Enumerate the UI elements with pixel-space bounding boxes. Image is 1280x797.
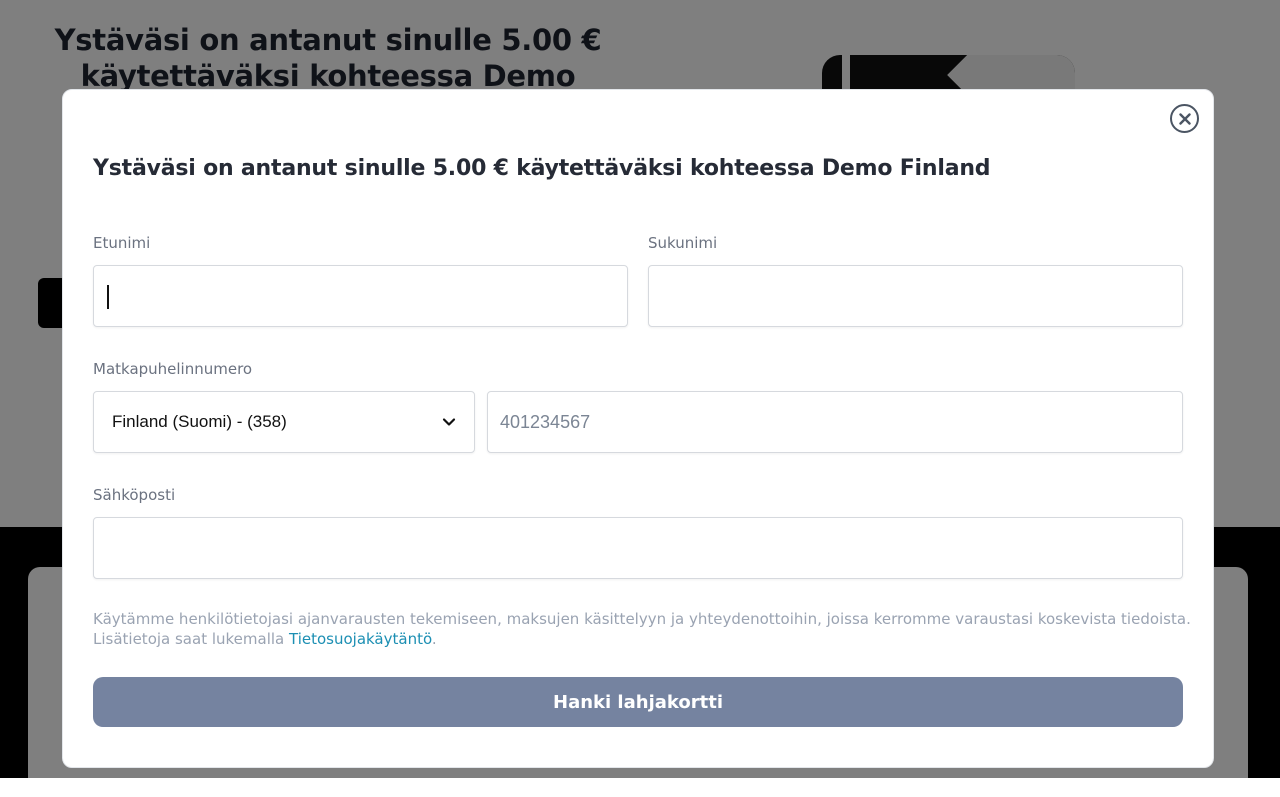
country-code-select[interactable]: Finland (Suomi) - (358) <box>93 391 475 453</box>
last-name-label: Sukunimi <box>648 234 718 252</box>
get-gift-card-button[interactable]: Hanki lahjakortti <box>93 677 1183 727</box>
first-name-field[interactable] <box>93 265 628 327</box>
last-name-input[interactable] <box>649 266 1182 326</box>
first-name-label: Etunimi <box>93 234 151 252</box>
text-cursor <box>107 285 109 309</box>
phone-label: Matkapuhelinnumero <box>93 360 253 378</box>
privacy-disclaimer: Käytämme henkilötietojasi ajanvarausten … <box>93 609 1193 649</box>
close-button[interactable] <box>1170 104 1199 133</box>
close-circle-icon <box>1178 112 1191 125</box>
disclaimer-text: Käytämme henkilötietojasi ajanvarausten … <box>93 610 1191 648</box>
modal-title: Ystäväsi on antanut sinulle 5.00 € käyte… <box>93 156 991 181</box>
country-code-value: Finland (Suomi) - (358) <box>112 412 287 431</box>
phone-number-field[interactable] <box>487 391 1183 453</box>
email-field[interactable] <box>93 517 1183 579</box>
privacy-policy-link[interactable]: Tietosuojakäytäntö <box>289 630 432 648</box>
disclaimer-suffix: . <box>431 630 437 648</box>
gift-card-modal: Ystäväsi on antanut sinulle 5.00 € käyte… <box>62 89 1214 768</box>
last-name-field[interactable] <box>648 265 1183 327</box>
email-input[interactable] <box>94 518 1182 578</box>
phone-number-input[interactable] <box>488 392 1182 452</box>
email-label: Sähköposti <box>93 486 176 504</box>
first-name-input[interactable] <box>94 266 627 326</box>
chevron-down-icon <box>442 418 456 426</box>
